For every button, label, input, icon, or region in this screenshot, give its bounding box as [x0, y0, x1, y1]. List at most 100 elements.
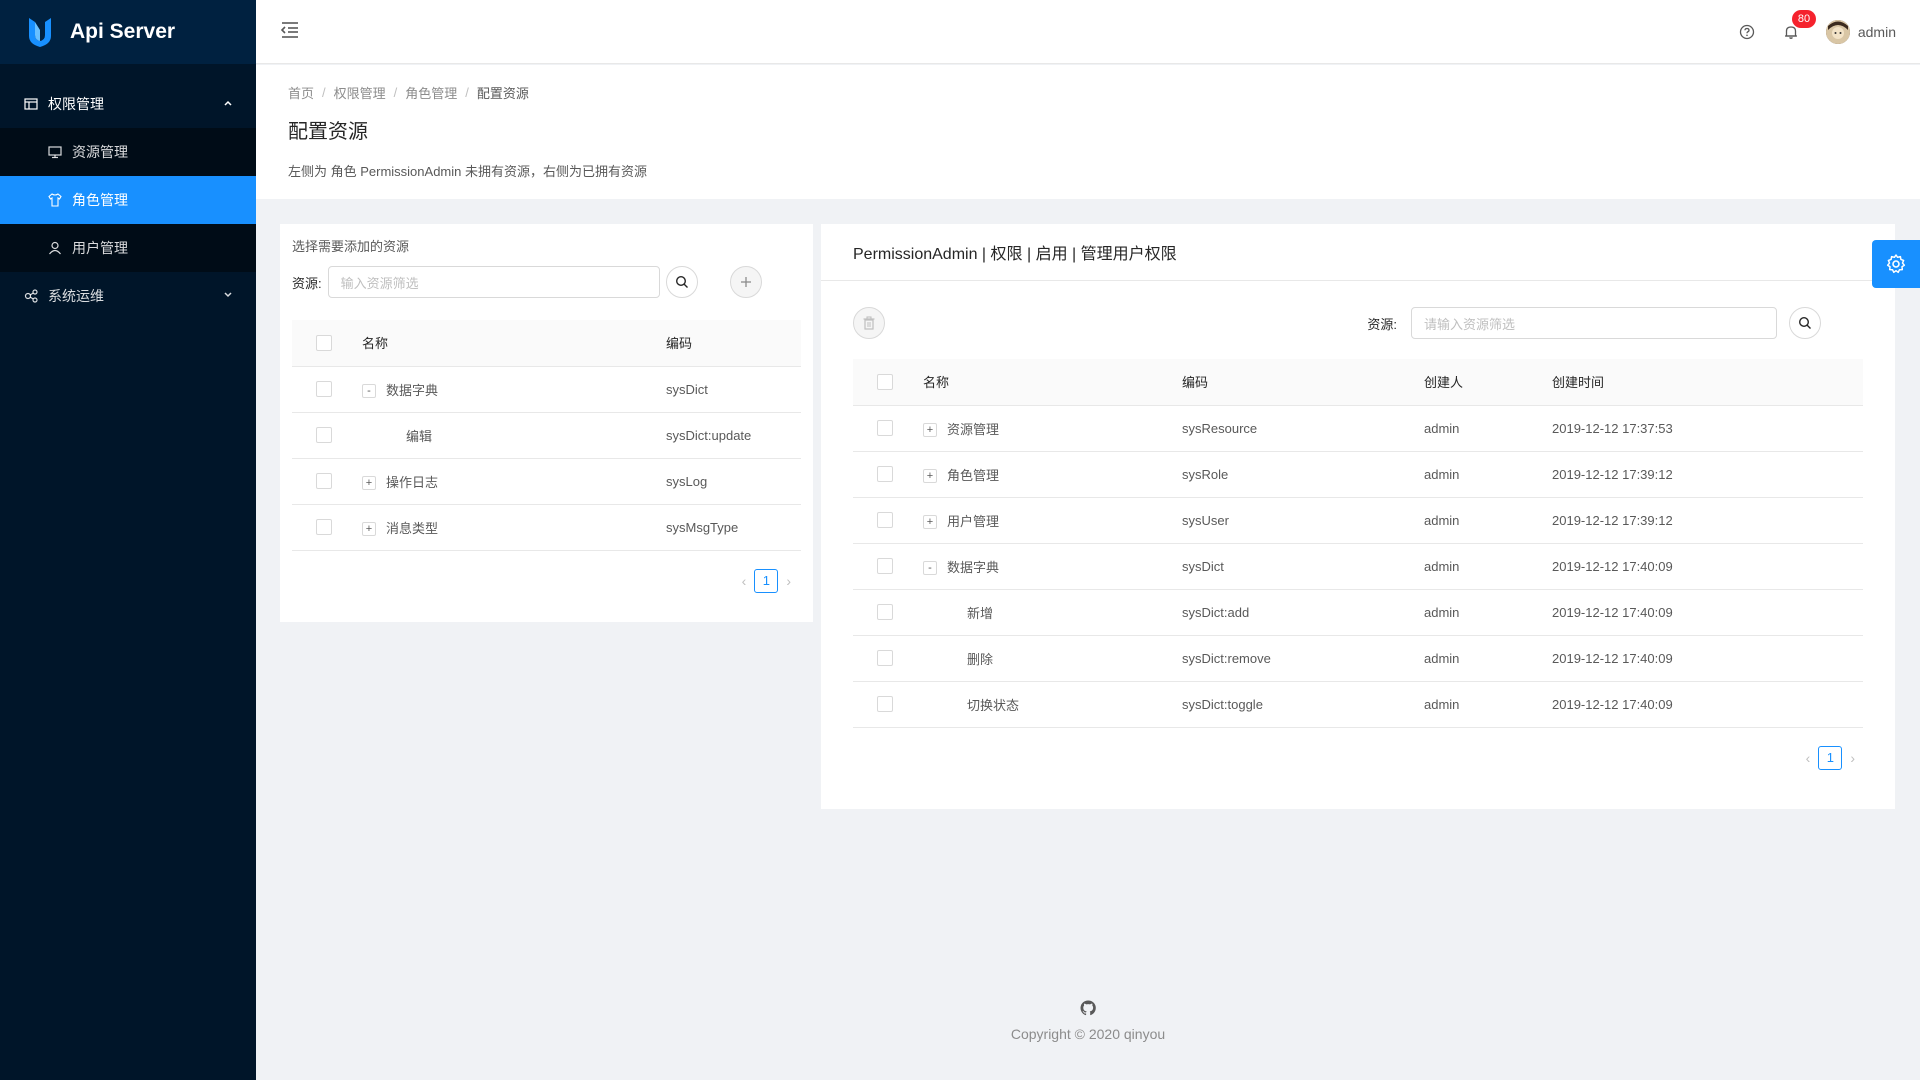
menu-group-ops[interactable]: 系统运维 [0, 272, 256, 320]
cell-creator: admin [1424, 589, 1552, 636]
sidebar: Api Server 权限管理 资源管理 角色管理 用户管理 系统运维 [0, 0, 256, 1080]
github-icon[interactable] [1080, 1000, 1096, 1016]
row-checkbox[interactable] [877, 604, 893, 621]
prev-page-icon[interactable]: ‹ [1806, 750, 1811, 766]
header-actions: 80 admin [1738, 0, 1896, 64]
expand-icon[interactable]: + [923, 515, 937, 530]
cell-name: 编辑 [362, 412, 666, 459]
column-header-code[interactable]: 编码 [666, 320, 801, 367]
column-header-code[interactable]: 编码 [1182, 359, 1424, 406]
row-checkbox[interactable] [316, 519, 332, 536]
collapse-icon[interactable]: - [362, 384, 376, 399]
row-checkbox[interactable] [316, 381, 332, 398]
cell-creator: admin [1424, 405, 1552, 452]
cell-creator: admin [1424, 635, 1552, 682]
breadcrumb-role[interactable]: 角色管理 [405, 83, 457, 102]
plus-icon [740, 277, 751, 287]
page-number[interactable]: 1 [1818, 745, 1843, 770]
table-row[interactable]: 删除 sysDict:remove admin 2019-12-12 17:40:09 [853, 635, 1863, 682]
expand-icon[interactable]: + [923, 423, 937, 438]
available-resources-table: 名称 编码 - 数据字典 sysDict 编辑 sysDict:update + 操作日志 s… [292, 320, 801, 551]
chevron-up-icon [224, 100, 232, 106]
table-row[interactable]: + 角色管理 sysRole admin 2019-12-12 17:39:12 [853, 451, 1863, 498]
column-header-created-time[interactable]: 创建时间 [1552, 359, 1863, 406]
collapse-icon[interactable]: - [923, 561, 937, 576]
select-cell [292, 458, 362, 505]
table-icon [24, 97, 38, 111]
menu-group-label: 权限管理 [48, 96, 104, 112]
expand-icon[interactable]: + [923, 469, 937, 484]
row-checkbox[interactable] [877, 512, 893, 529]
notification-bell[interactable]: 80 [1782, 10, 1817, 41]
row-checkbox[interactable] [877, 696, 893, 713]
select-all-checkbox[interactable] [877, 374, 893, 391]
breadcrumb-permission[interactable]: 权限管理 [334, 83, 386, 102]
page-number[interactable]: 1 [754, 568, 779, 593]
cell-name: - 数据字典 [923, 543, 1182, 590]
next-page-icon[interactable]: › [1850, 750, 1855, 766]
avatar[interactable] [1825, 20, 1850, 44]
row-checkbox[interactable] [316, 473, 332, 490]
sidebar-item-label: 用户管理 [72, 240, 128, 256]
row-checkbox[interactable] [877, 420, 893, 437]
search-button[interactable] [665, 266, 698, 298]
select-cell [853, 405, 923, 452]
filter-row: 资源: 输入资源筛选 [292, 266, 801, 298]
prev-page-icon[interactable]: ‹ [742, 573, 747, 589]
cell-creator: admin [1424, 451, 1552, 498]
owned-resources-table: 名称 编码 创建人 创建时间 + 资源管理 sysResource admin 2019… [853, 359, 1863, 728]
resource-name: 角色管理 [947, 467, 1000, 483]
filter-label: 资源: [292, 275, 322, 291]
cell-name: 切换状态 [923, 681, 1182, 728]
resource-filter-input[interactable]: 请输入资源筛选 [1411, 307, 1777, 339]
pagination: ‹ 1 › [853, 745, 1863, 770]
resource-filter-input[interactable]: 输入资源筛选 [327, 266, 660, 298]
table-row[interactable]: + 资源管理 sysResource admin 2019-12-12 17:37:53 [853, 405, 1863, 452]
add-resource-button[interactable] [729, 266, 762, 298]
select-all-checkbox[interactable] [316, 335, 332, 352]
filter-label: 资源: [1367, 316, 1397, 332]
row-checkbox[interactable] [877, 650, 893, 667]
settings-drawer-button[interactable] [1872, 240, 1920, 288]
sidebar-item-user[interactable]: 用户管理 [0, 224, 256, 272]
sidebar-item-role[interactable]: 角色管理 [0, 176, 256, 224]
breadcrumb-current: 配置资源 [476, 85, 529, 101]
resource-name: 资源管理 [947, 421, 1000, 437]
logo[interactable]: Api Server [0, 0, 256, 64]
breadcrumb-home[interactable]: 首页 [288, 83, 314, 102]
page-header: 首页 / 权限管理 / 角色管理 / 配置资源 配置资源 左侧为 角色 Perm… [256, 65, 1920, 199]
username[interactable]: admin [1858, 24, 1896, 40]
row-checkbox[interactable] [877, 558, 893, 575]
sidebar-item-resource[interactable]: 资源管理 [0, 128, 256, 176]
select-cell [292, 366, 362, 413]
next-page-icon[interactable]: › [786, 573, 791, 589]
table-row[interactable]: 切换状态 sysDict:toggle admin 2019-12-12 17:40:… [853, 681, 1863, 728]
menu-fold-icon[interactable] [280, 20, 300, 40]
table-row[interactable]: + 消息类型 sysMsgType [292, 504, 801, 551]
expand-icon[interactable]: + [362, 522, 376, 537]
menu-group-permission[interactable]: 权限管理 [0, 80, 256, 128]
question-icon[interactable] [1738, 23, 1756, 41]
cell-name: 删除 [923, 635, 1182, 682]
cell-code: sysLog [666, 458, 801, 505]
cell-creator: admin [1424, 497, 1552, 544]
row-checkbox[interactable] [877, 466, 893, 483]
cell-created-time: 2019-12-12 17:37:53 [1552, 405, 1863, 452]
resource-name: 删除 [967, 651, 994, 667]
expand-icon[interactable]: + [362, 476, 376, 491]
table-row[interactable]: 编辑 sysDict:update [292, 412, 801, 459]
column-header-name[interactable]: 名称 [923, 359, 1182, 406]
table-row[interactable]: + 操作日志 sysLog [292, 458, 801, 505]
cell-code: sysDict [1182, 543, 1424, 590]
search-button[interactable] [1789, 307, 1821, 339]
column-header-name[interactable]: 名称 [362, 320, 666, 367]
delete-button[interactable] [853, 307, 885, 339]
table-row[interactable]: + 用户管理 sysUser admin 2019-12-12 17:39:12 [853, 497, 1863, 544]
breadcrumb-separator: / [322, 84, 326, 100]
column-header-creator[interactable]: 创建人 [1424, 359, 1552, 406]
table-row[interactable]: - 数据字典 sysDict admin 2019-12-12 17:40:09 [853, 543, 1863, 590]
row-checkbox[interactable] [316, 427, 332, 444]
resource-name: 切换状态 [967, 697, 1020, 713]
table-row[interactable]: - 数据字典 sysDict [292, 366, 801, 413]
table-row[interactable]: 新增 sysDict:add admin 2019-12-12 17:40:09 [853, 589, 1863, 636]
